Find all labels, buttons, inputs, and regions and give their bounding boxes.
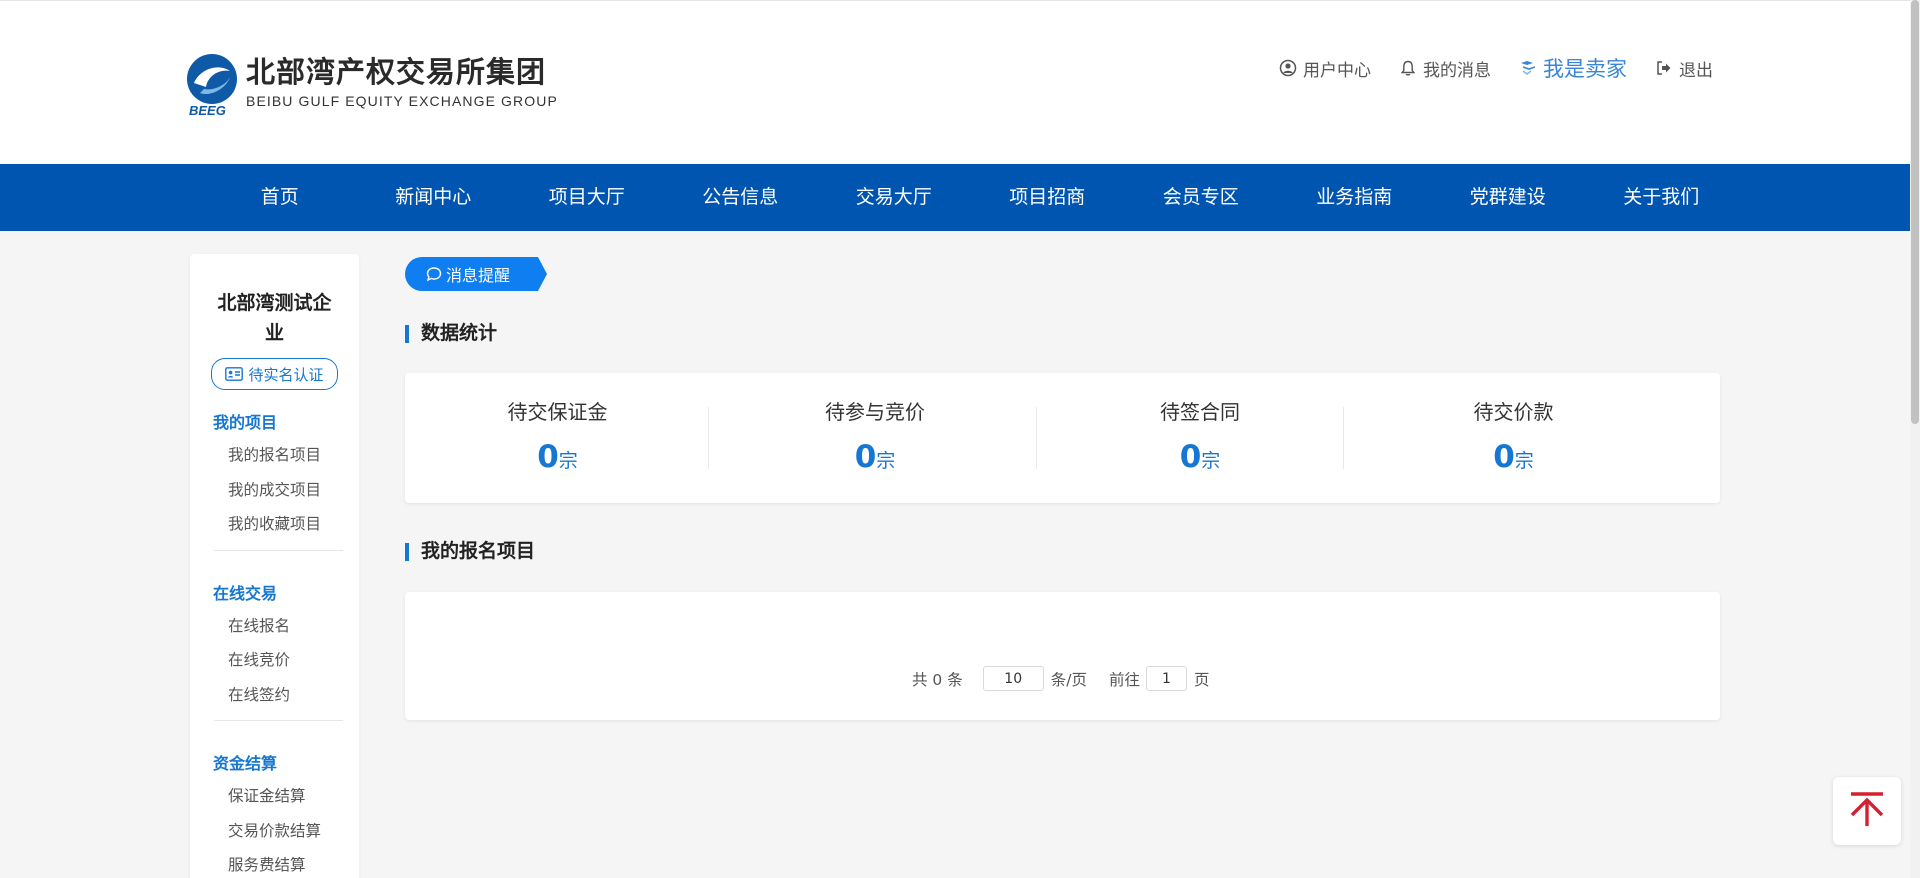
stat-divider: [708, 407, 709, 469]
my-messages-link[interactable]: 我的消息: [1399, 56, 1491, 81]
pager-page-unit: 页: [1193, 670, 1210, 689]
site-logo[interactable]: BEEG 北部湾产权交易所集团 BEIBU GULF EQUITY EXCHAN…: [186, 53, 558, 118]
stat-payment[interactable]: 待交价款 0宗: [1360, 373, 1667, 503]
sidebar-item-online-signing[interactable]: 在线签约: [190, 678, 359, 713]
logout-link[interactable]: 退出: [1655, 56, 1713, 81]
sidebar-item-deals[interactable]: 我的成交项目: [190, 473, 359, 508]
nav-item-announcements[interactable]: 公告信息: [664, 164, 818, 231]
stat-label: 待签合同: [1160, 400, 1240, 424]
user-center-link[interactable]: 用户中心: [1279, 56, 1371, 81]
stat-divider: [1343, 407, 1344, 469]
pagination: 共 0 条 条/页 前往 页: [912, 666, 1209, 691]
sidebar-item-favorites[interactable]: 我的收藏项目: [190, 507, 359, 542]
company-name: 北部湾测试企业: [217, 292, 332, 344]
user-center-label: 用户中心: [1303, 60, 1371, 81]
nav-item-projects[interactable]: 项目大厅: [510, 164, 664, 231]
divider: [214, 720, 343, 721]
side-group-online-trade: 在线交易 在线报名 在线竞价 在线签约: [190, 579, 359, 721]
nav-item-about[interactable]: 关于我们: [1585, 164, 1739, 231]
nav-item-home[interactable]: 首页: [203, 164, 357, 231]
side-group-my-projects: 我的项目 我的报名项目 我的成交项目 我的收藏项目: [190, 408, 359, 551]
registered-section-title: 我的报名项目: [405, 540, 535, 562]
stat-unit: 宗: [876, 450, 896, 472]
registered-list-card: 共 0 条 条/页 前往 页: [405, 592, 1720, 720]
side-group-title: 资金结算: [213, 754, 278, 773]
pager-per-page: 条/页: [1050, 670, 1087, 689]
pager-goto: 前往: [1108, 670, 1140, 689]
sidebar-item-registered[interactable]: 我的报名项目: [190, 438, 359, 473]
sidebar-item-online-register[interactable]: 在线报名: [190, 609, 359, 644]
stats-section-title: 数据统计: [405, 322, 497, 344]
sidebar-item-price-settlement[interactable]: 交易价款结算: [190, 814, 359, 849]
stat-unit: 宗: [1201, 450, 1221, 472]
nav-item-party[interactable]: 党群建设: [1431, 164, 1585, 231]
page-number-input[interactable]: [1145, 666, 1187, 691]
stat-value: 0: [854, 439, 877, 475]
nav-item-guide[interactable]: 业务指南: [1278, 164, 1432, 231]
side-group-settlement: 资金结算 保证金结算 交易价款结算 服务费结算: [190, 749, 359, 878]
top-links: 用户中心 我的消息 我是卖家 退出: [1251, 53, 1713, 83]
seller-link[interactable]: 我是卖家: [1519, 53, 1627, 83]
back-to-top-button[interactable]: [1833, 777, 1901, 845]
notice-tag[interactable]: 消息提醒: [405, 257, 547, 291]
logout-icon: [1655, 59, 1673, 77]
verify-button[interactable]: 待实名认证: [211, 358, 338, 390]
stat-value: 0: [537, 439, 559, 475]
verify-label: 待实名认证: [248, 365, 324, 384]
stat-label: 待参与竞价: [825, 400, 925, 424]
chat-bubble-icon: [426, 266, 442, 282]
sidebar: 北部湾测试企业 待实名认证 我的项目 我的报名项目 我的成交项目 我的收藏项目 …: [190, 254, 359, 878]
arrow-up-icon: [1848, 790, 1886, 832]
stats-card: 待交保证金 0宗 待参与竞价 0宗 待签合同 0宗 待交价款 0宗: [405, 373, 1720, 503]
sidebar-item-fee-settlement[interactable]: 服务费结算: [190, 848, 359, 878]
side-group-title: 在线交易: [213, 583, 278, 603]
id-card-icon: [225, 367, 244, 381]
stat-bidding[interactable]: 待参与竞价 0宗: [710, 373, 1040, 503]
nav-item-investment[interactable]: 项目招商: [971, 164, 1125, 231]
stat-unit: 宗: [1514, 450, 1534, 472]
stat-label: 待交价款: [1473, 400, 1554, 424]
page-scrollbar[interactable]: [1910, 0, 1920, 878]
my-messages-label: 我的消息: [1423, 60, 1491, 81]
user-circle-icon: [1279, 59, 1297, 77]
nav-item-news[interactable]: 新闻中心: [357, 164, 511, 231]
stat-label: 待交保证金: [507, 400, 608, 424]
pager-total: 共 0 条: [912, 670, 963, 689]
sidebar-item-online-bidding[interactable]: 在线竞价: [190, 643, 359, 678]
stat-value: 0: [1493, 439, 1515, 475]
site-header: BEEG 北部湾产权交易所集团 BEIBU GULF EQUITY EXCHAN…: [0, 0, 1910, 164]
logout-label: 退出: [1679, 60, 1713, 81]
logo-emblem-icon: BEEG: [186, 53, 238, 118]
scrollbar-thumb[interactable]: [1911, 0, 1919, 424]
stat-contract[interactable]: 待签合同 0宗: [1040, 373, 1360, 503]
divider: [214, 549, 343, 551]
stat-deposit[interactable]: 待交保证金 0宗: [405, 373, 710, 503]
sidebar-item-deposit-settlement[interactable]: 保证金结算: [190, 779, 359, 814]
seller-icon: [1519, 59, 1537, 77]
page-size-input[interactable]: [982, 666, 1044, 691]
logo-abbr: BEEG: [189, 103, 226, 118]
seller-label: 我是卖家: [1543, 57, 1627, 81]
bell-icon: [1399, 59, 1417, 77]
stat-value: 0: [1179, 439, 1202, 475]
main-nav: 首页 新闻中心 项目大厅 公告信息 交易大厅 项目招商 会员专区 业务指南 党群…: [0, 164, 1910, 231]
side-group-title: 我的项目: [213, 413, 278, 432]
logo-name-cn: 北部湾产权交易所集团: [246, 55, 547, 89]
nav-item-members[interactable]: 会员专区: [1124, 164, 1278, 231]
stat-unit: 宗: [558, 450, 578, 472]
logo-name-en: BEIBU GULF EQUITY EXCHANGE GROUP: [246, 93, 558, 109]
stat-divider: [1036, 407, 1037, 469]
notice-tag-label: 消息提醒: [446, 266, 511, 285]
nav-item-trading-hall[interactable]: 交易大厅: [817, 164, 971, 231]
